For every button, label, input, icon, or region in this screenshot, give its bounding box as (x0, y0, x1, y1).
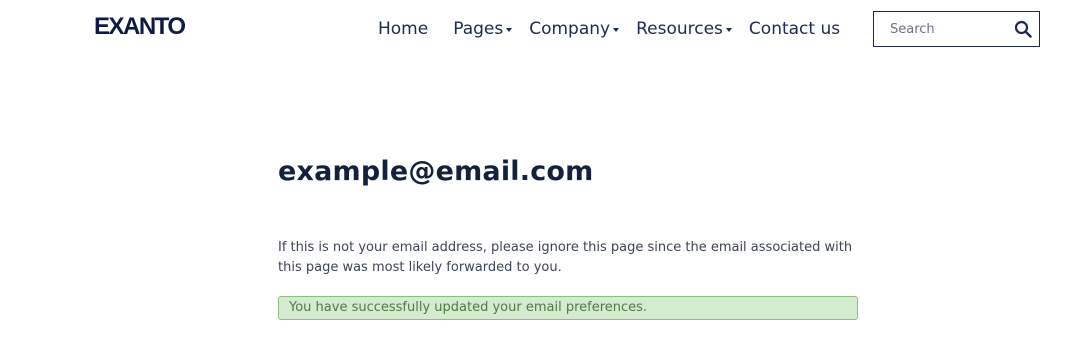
nav-contact-us[interactable]: Contact us (749, 19, 840, 39)
nav-pages-label: Pages (453, 19, 504, 39)
main-nav: Home Pages Company Resources Contact us (378, 19, 865, 39)
nav-resources[interactable]: Resources (636, 19, 732, 39)
search-icon[interactable] (1014, 20, 1032, 38)
search-box (873, 11, 1040, 47)
success-alert: You have successfully updated your email… (278, 296, 858, 320)
nav-home[interactable]: Home (378, 19, 428, 39)
email-address-heading: example@email.com (278, 156, 594, 187)
nav-company[interactable]: Company (529, 19, 620, 39)
email-notice-text: If this is not your email address, pleas… (278, 240, 853, 275)
nav-home-label: Home (378, 19, 429, 39)
site-header: EXANTO Home Pages Company Resources Cont… (0, 0, 1080, 60)
nav-company-label: Company (529, 19, 611, 39)
nav-resources-label: Resources (636, 19, 723, 39)
caret-down-icon (725, 27, 732, 32)
nav-pages[interactable]: Pages (453, 19, 513, 39)
caret-down-icon (506, 27, 513, 32)
nav-contact-us-label: Contact us (748, 19, 841, 39)
search-input[interactable] (874, 14, 1004, 44)
caret-down-icon (613, 27, 620, 32)
exanto-logo[interactable]: EXANTO (94, 13, 186, 41)
